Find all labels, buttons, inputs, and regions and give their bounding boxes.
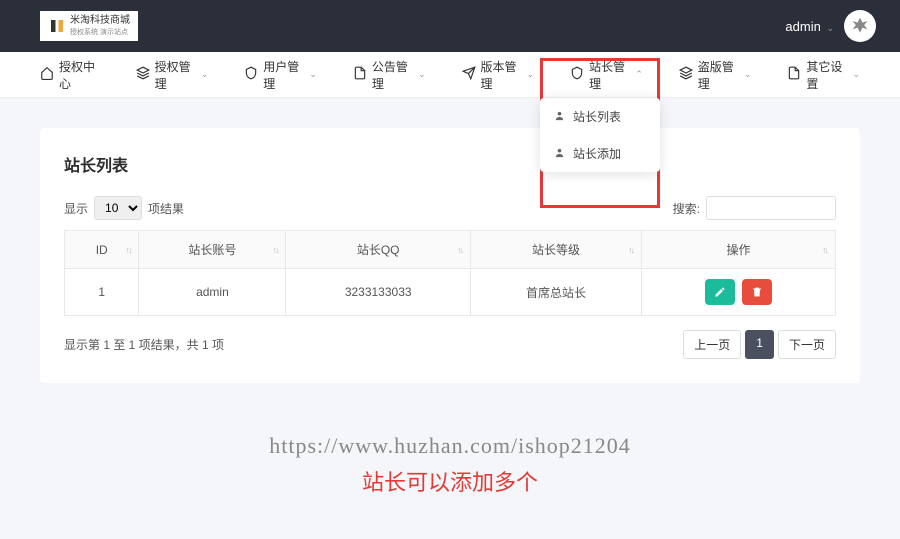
delete-button[interactable] — [742, 279, 772, 305]
user-menu[interactable]: admin ⌄ — [785, 19, 834, 34]
person-icon — [554, 147, 565, 161]
cell-account: admin — [139, 269, 286, 316]
home-icon — [40, 66, 54, 83]
nav-item-6[interactable]: 盗版管理 ⌄ — [679, 52, 752, 97]
page-number-button[interactable]: 1 — [745, 330, 774, 359]
shield-icon — [570, 66, 584, 83]
length-suffix: 项结果 — [148, 200, 184, 217]
avatar[interactable] — [844, 10, 876, 42]
nav-label: 其它设置 — [806, 58, 845, 92]
column-header[interactable]: 站长等级↑↓ — [471, 231, 642, 269]
chevron-up-icon: ⌃ — [635, 69, 643, 80]
search-control: 搜索: — [673, 196, 836, 220]
nav-item-7[interactable]: 其它设置 ⌄ — [787, 52, 860, 97]
cell-actions — [642, 269, 836, 316]
nav-item-4[interactable]: 版本管理 ⌄ — [462, 52, 535, 97]
watermark-note: 站长可以添加多个 — [0, 465, 900, 497]
length-select[interactable]: 10 — [94, 196, 142, 220]
plane-icon — [462, 66, 476, 83]
cell-qq: 3233133033 — [286, 269, 471, 316]
nav-item-0[interactable]: 授权中心 — [40, 52, 100, 97]
search-label: 搜索: — [673, 200, 700, 217]
doc-icon — [787, 66, 801, 83]
column-header[interactable]: 站长QQ↑↓ — [286, 231, 471, 269]
main-nav: 授权中心 授权管理 ⌄ 用户管理 ⌄ 公告管理 ⌄ 版本管理 ⌄ 站长管理 ⌃ 盗版管理 ⌄ 其它设置 ⌄ — [0, 52, 900, 98]
table-controls: 显示 10 项结果 搜索: — [64, 196, 836, 220]
sort-icon: ↑↓ — [628, 245, 633, 255]
cell-id: 1 — [65, 269, 139, 316]
brand-subtitle: 授权系统 演示站点 — [70, 27, 130, 37]
table-footer: 显示第 1 至 1 项结果，共 1 项 上一页 1 下一页 — [64, 330, 836, 359]
user-area: admin ⌄ — [785, 10, 876, 42]
brand-icon — [48, 17, 66, 35]
chevron-down-icon: ⌄ — [309, 69, 317, 80]
length-prefix: 显示 — [64, 200, 88, 217]
dropdown-label: 站长添加 — [573, 145, 621, 162]
nav-label: 授权管理 — [155, 58, 194, 92]
brand-name: 米淘科技商城 — [70, 15, 130, 27]
shield-icon — [244, 66, 258, 83]
chevron-down-icon: ⌄ — [418, 69, 426, 80]
nav-item-5[interactable]: 站长管理 ⌃ — [570, 52, 643, 97]
column-header[interactable]: 站长账号↑↓ — [139, 231, 286, 269]
next-page-button[interactable]: 下一页 — [778, 330, 836, 359]
chevron-down-icon: ⌄ — [853, 69, 861, 80]
chevron-down-icon: ⌄ — [201, 69, 209, 80]
sort-icon: ↑↓ — [457, 245, 462, 255]
nav-label: 盗版管理 — [698, 58, 737, 92]
prev-page-button[interactable]: 上一页 — [683, 330, 741, 359]
search-input[interactable] — [706, 196, 836, 220]
doc-icon — [353, 66, 367, 83]
nav-item-3[interactable]: 公告管理 ⌄ — [353, 52, 426, 97]
topbar: 米淘科技商城 授权系统 演示站点 admin ⌄ — [0, 0, 900, 52]
dropdown-label: 站长列表 — [573, 108, 621, 125]
table-row: 1 admin 3233133033 首席总站长 — [65, 269, 836, 316]
pagination: 上一页 1 下一页 — [683, 330, 836, 359]
sort-icon: ↑↓ — [822, 245, 827, 255]
sort-icon: ↑↓ — [272, 245, 277, 255]
nav-label: 站长管理 — [589, 58, 628, 92]
nav-label: 用户管理 — [263, 58, 302, 92]
table-info: 显示第 1 至 1 项结果，共 1 项 — [64, 336, 224, 353]
chevron-down-icon: ⌄ — [826, 23, 834, 33]
cell-level: 首席总站长 — [471, 269, 642, 316]
user-name-label: admin — [785, 19, 820, 34]
nav-item-1[interactable]: 授权管理 ⌄ — [136, 52, 209, 97]
dropdown-item-0[interactable]: 站长列表 — [540, 98, 660, 135]
watermark-url: https://www.huzhan.com/ishop21204 — [0, 433, 900, 459]
edit-button[interactable] — [705, 279, 735, 305]
dropdown-item-1[interactable]: 站长添加 — [540, 135, 660, 172]
watermark: https://www.huzhan.com/ishop21204 站长可以添加… — [0, 433, 900, 497]
content-area: 站长列表 显示 10 项结果 搜索: ID↑↓站长账号↑↓站长QQ↑↓站长等级↑… — [0, 98, 900, 413]
layers-icon — [136, 66, 150, 83]
length-control: 显示 10 项结果 — [64, 196, 184, 220]
layers-icon — [679, 66, 693, 83]
nav-item-2[interactable]: 用户管理 ⌄ — [244, 52, 317, 97]
nav-label: 公告管理 — [372, 58, 411, 92]
dropdown-menu: 站长列表站长添加 — [540, 98, 660, 172]
sort-icon: ↑↓ — [125, 245, 130, 255]
nav-label: 授权中心 — [59, 58, 100, 92]
page-title: 站长列表 — [64, 152, 836, 176]
chevron-down-icon: ⌄ — [744, 69, 752, 80]
column-header[interactable]: ID↑↓ — [65, 231, 139, 269]
chevron-down-icon: ⌄ — [527, 69, 535, 80]
data-table: ID↑↓站长账号↑↓站长QQ↑↓站长等级↑↓操作↑↓ 1 admin 32331… — [64, 230, 836, 316]
card: 站长列表 显示 10 项结果 搜索: ID↑↓站长账号↑↓站长QQ↑↓站长等级↑… — [40, 128, 860, 383]
brand-logo[interactable]: 米淘科技商城 授权系统 演示站点 — [40, 11, 138, 41]
nav-label: 版本管理 — [481, 58, 520, 92]
person-icon — [554, 110, 565, 124]
column-header[interactable]: 操作↑↓ — [642, 231, 836, 269]
